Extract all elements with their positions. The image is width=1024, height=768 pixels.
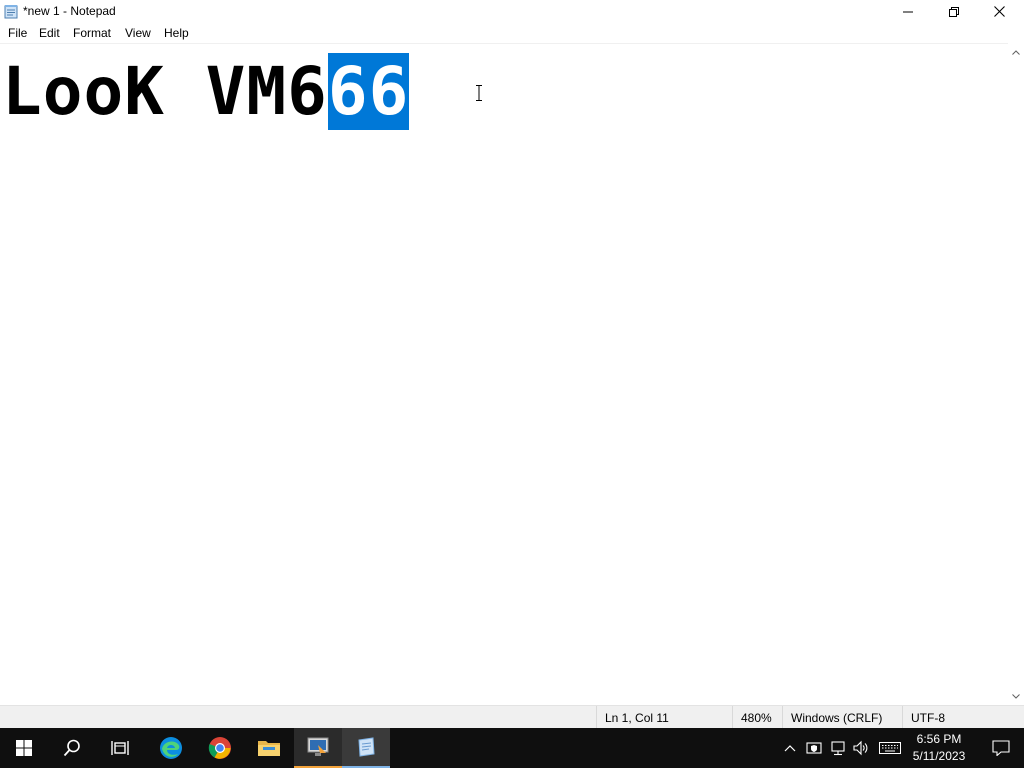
keyboard-icon <box>879 742 901 754</box>
show-hidden-icons-button[interactable] <box>782 740 798 756</box>
chevron-up-icon <box>784 745 796 752</box>
network-tray-button[interactable] <box>830 740 846 756</box>
chrome-icon <box>208 737 231 759</box>
chrome-button[interactable] <box>196 728 244 768</box>
status-zoom: 480% <box>732 706 783 730</box>
taskbar-clock[interactable]: 6:56 PM 5/11/2023 <box>908 731 970 765</box>
menu-file[interactable]: File <box>8 26 27 40</box>
remote-desktop-icon <box>307 737 329 756</box>
network-icon <box>831 741 845 756</box>
status-encoding: UTF-8 <box>902 706 1021 730</box>
menu-help[interactable]: Help <box>164 26 189 40</box>
notepad-icon <box>358 737 375 757</box>
clock-date: 5/11/2023 <box>912 749 966 763</box>
taskbar: 6:56 PM 5/11/2023 <box>0 728 1024 768</box>
chevron-down-icon <box>1012 693 1020 699</box>
edge-button[interactable] <box>147 728 195 768</box>
status-cursor-position: Ln 1, Col 11 <box>596 706 733 730</box>
text-editor[interactable]: LooK VM666 <box>0 43 1008 706</box>
start-button[interactable] <box>0 728 48 768</box>
notepad-app-icon <box>4 5 18 19</box>
minimize-icon <box>903 11 913 12</box>
restore-icon <box>949 6 959 17</box>
file-explorer-button[interactable] <box>245 728 293 768</box>
notepad-taskbar-button[interactable] <box>342 728 390 768</box>
action-center-button[interactable] <box>978 728 1024 768</box>
minimize-button[interactable] <box>885 0 931 23</box>
vertical-scrollbar[interactable] <box>1008 43 1024 705</box>
edge-icon <box>160 737 182 759</box>
search-icon <box>63 739 80 757</box>
volume-tray-button[interactable] <box>853 740 869 756</box>
file-explorer-icon <box>258 741 280 756</box>
restore-button[interactable] <box>931 0 977 23</box>
status-bar: Ln 1, Col 11 480% Windows (CRLF) UTF-8 <box>0 705 1024 730</box>
task-view-button[interactable] <box>96 728 144 768</box>
close-button[interactable] <box>976 0 1022 23</box>
editor-text-selected: 66 <box>327 53 410 130</box>
windows-start-icon <box>16 740 32 756</box>
editor-text-plain: LooK VM6 <box>2 53 328 130</box>
task-view-icon <box>111 741 129 755</box>
touch-keyboard-button[interactable] <box>879 740 901 756</box>
title-bar[interactable]: *new 1 - Notepad <box>0 0 1024 23</box>
menu-edit[interactable]: Edit <box>39 26 60 40</box>
close-icon <box>993 6 1005 17</box>
clock-time: 6:56 PM <box>916 732 962 746</box>
menu-bar: File Edit Format View Help <box>0 23 1024 43</box>
ibeam-cursor-icon <box>476 85 482 101</box>
menu-format[interactable]: Format <box>73 26 111 40</box>
speaker-icon <box>853 740 868 756</box>
search-button[interactable] <box>48 728 96 768</box>
status-line-ending: Windows (CRLF) <box>782 706 903 730</box>
shield-monitor-icon <box>806 742 822 754</box>
menu-view[interactable]: View <box>125 26 151 40</box>
security-tray-button[interactable] <box>806 740 822 756</box>
scroll-up-button[interactable] <box>1008 46 1024 58</box>
editor-content[interactable]: LooK VM666 <box>2 52 410 132</box>
chevron-up-icon <box>1012 49 1020 55</box>
remote-desktop-button[interactable] <box>294 728 342 768</box>
window-title: *new 1 - Notepad <box>23 4 116 18</box>
scroll-down-button[interactable] <box>1008 690 1024 702</box>
notification-icon <box>992 740 1010 756</box>
